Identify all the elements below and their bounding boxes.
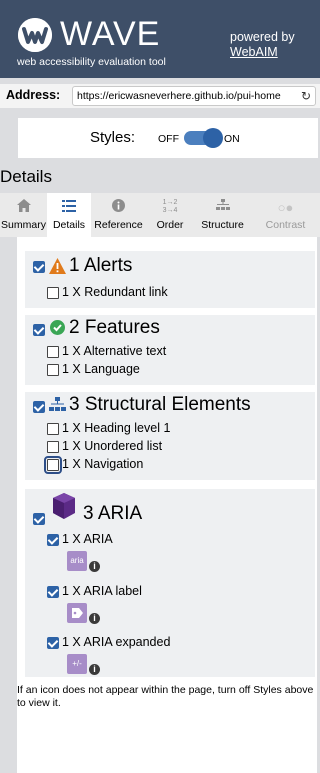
aria-group: 3 ARIA 1 X ARIA aria i 1 X ARIA label i … bbox=[25, 489, 315, 677]
feature-check-icon bbox=[50, 320, 65, 335]
details-panel: 1 Alerts 1 X Redundant link 2 Features 1… bbox=[17, 237, 317, 773]
alerts-label: Alerts bbox=[83, 255, 133, 276]
item-label: 1 X Language bbox=[62, 362, 140, 376]
toggle-knob bbox=[203, 128, 223, 148]
alerts-count: 1 bbox=[69, 255, 80, 276]
tab-summary[interactable]: Summary bbox=[0, 193, 47, 237]
styles-label: Styles: bbox=[90, 129, 136, 146]
structural-label: Structural Elements bbox=[84, 394, 251, 415]
item-checkbox[interactable] bbox=[47, 441, 59, 453]
reload-icon[interactable]: ↻ bbox=[301, 89, 311, 103]
tab-order-label: Order bbox=[156, 219, 184, 231]
aria-badge-icon[interactable]: aria bbox=[67, 551, 87, 571]
tab-details-label: Details bbox=[52, 219, 86, 231]
address-input[interactable]: https://ericwasneverhere.github.io/pui-h… bbox=[72, 86, 316, 106]
item-label: 1 X ARIA expanded bbox=[62, 635, 171, 649]
tab-details[interactable]: Details bbox=[47, 193, 91, 237]
features-group: 2 Features 1 X Alternative text 1 X Lang… bbox=[25, 315, 315, 385]
info-icon[interactable]: i bbox=[89, 613, 100, 624]
features-title: 2 Features bbox=[69, 317, 160, 339]
order-icon: 1→2 3→4 bbox=[162, 199, 178, 214]
styles-on-label: ON bbox=[224, 133, 240, 145]
alerts-group: 1 Alerts 1 X Redundant link bbox=[25, 251, 315, 308]
details-heading: Details bbox=[0, 167, 52, 186]
item-checkbox[interactable] bbox=[44, 456, 62, 474]
tab-structure-label: Structure bbox=[201, 219, 244, 231]
wave-header: WAVE web accessibility evaluation tool p… bbox=[0, 0, 320, 78]
alert-triangle-icon bbox=[49, 258, 66, 274]
aria-count: 3 bbox=[83, 503, 94, 524]
aria-title: 3 ARIA bbox=[83, 503, 142, 525]
features-count: 2 bbox=[69, 317, 80, 338]
tagline: web accessibility evaluation tool bbox=[17, 56, 166, 68]
item-checkbox[interactable] bbox=[47, 287, 59, 299]
info-icon bbox=[91, 193, 146, 215]
structure-icon bbox=[49, 397, 66, 411]
structural-title: 3 Structural Elements bbox=[69, 394, 251, 416]
styles-off-label: OFF bbox=[158, 133, 179, 145]
structural-group: 3 Structural Elements 1 X Heading level … bbox=[25, 392, 315, 480]
item-checkbox[interactable] bbox=[47, 534, 59, 546]
styles-toggle-row: Styles: OFF ON bbox=[18, 118, 318, 158]
aria-cube-icon bbox=[53, 493, 75, 519]
styles-toggle[interactable] bbox=[184, 128, 223, 148]
wave-logo-icon bbox=[18, 18, 52, 52]
structural-count: 3 bbox=[69, 394, 80, 415]
powered-by-label: powered by bbox=[230, 30, 295, 44]
footer-note: If an icon does not appear within the pa… bbox=[17, 684, 314, 709]
item-checkbox[interactable] bbox=[47, 637, 59, 649]
info-icon[interactable]: i bbox=[89, 561, 100, 572]
tab-order[interactable]: 1→2 3→4 Order bbox=[146, 193, 194, 237]
aria-label-tag-icon[interactable] bbox=[67, 603, 87, 623]
structural-checkbox[interactable] bbox=[33, 401, 45, 413]
tab-contrast[interactable]: ○● Contrast bbox=[251, 193, 320, 237]
item-label: 1 X Unordered list bbox=[62, 439, 163, 453]
item-label: 1 X Alternative text bbox=[62, 344, 167, 358]
list-icon bbox=[47, 193, 91, 215]
home-icon bbox=[0, 193, 47, 215]
item-label: 1 X ARIA label bbox=[62, 584, 142, 598]
item-checkbox[interactable] bbox=[47, 586, 59, 598]
webaim-link[interactable]: WebAIM bbox=[230, 45, 295, 60]
aria-checkbox[interactable] bbox=[33, 513, 45, 525]
tab-contrast-label: Contrast bbox=[265, 219, 306, 231]
contrast-icon: ○● bbox=[277, 200, 294, 215]
aria-expanded-icon[interactable]: +/- bbox=[67, 654, 87, 674]
item-label: 1 X Heading level 1 bbox=[62, 421, 171, 435]
alerts-checkbox[interactable] bbox=[33, 261, 45, 273]
powered-by: powered by WebAIM bbox=[230, 30, 295, 60]
tab-structure[interactable]: Structure bbox=[194, 193, 251, 237]
structure-icon bbox=[194, 193, 251, 215]
tab-summary-label: Summary bbox=[1, 219, 46, 231]
features-checkbox[interactable] bbox=[33, 324, 45, 336]
tab-reference[interactable]: Reference bbox=[91, 193, 146, 237]
alerts-title: 1 Alerts bbox=[69, 255, 132, 277]
tab-reference-label: Reference bbox=[94, 219, 143, 231]
features-label: Features bbox=[84, 317, 160, 338]
item-checkbox[interactable] bbox=[47, 364, 59, 376]
item-checkbox[interactable] bbox=[47, 346, 59, 358]
item-checkbox[interactable] bbox=[47, 423, 59, 435]
panel-tabs: Summary Details Reference 1→2 3→4 Order S… bbox=[0, 193, 320, 237]
address-label: Address: bbox=[6, 88, 61, 102]
address-bar: Address: https://ericwasneverhere.github… bbox=[0, 84, 320, 108]
item-label: 1 X Redundant link bbox=[62, 285, 168, 299]
info-icon[interactable]: i bbox=[89, 664, 100, 675]
item-label: 1 X Navigation bbox=[62, 457, 144, 471]
logo-text: WAVE bbox=[60, 15, 161, 53]
item-label: 1 X ARIA bbox=[62, 532, 113, 546]
aria-label: ARIA bbox=[97, 503, 143, 524]
